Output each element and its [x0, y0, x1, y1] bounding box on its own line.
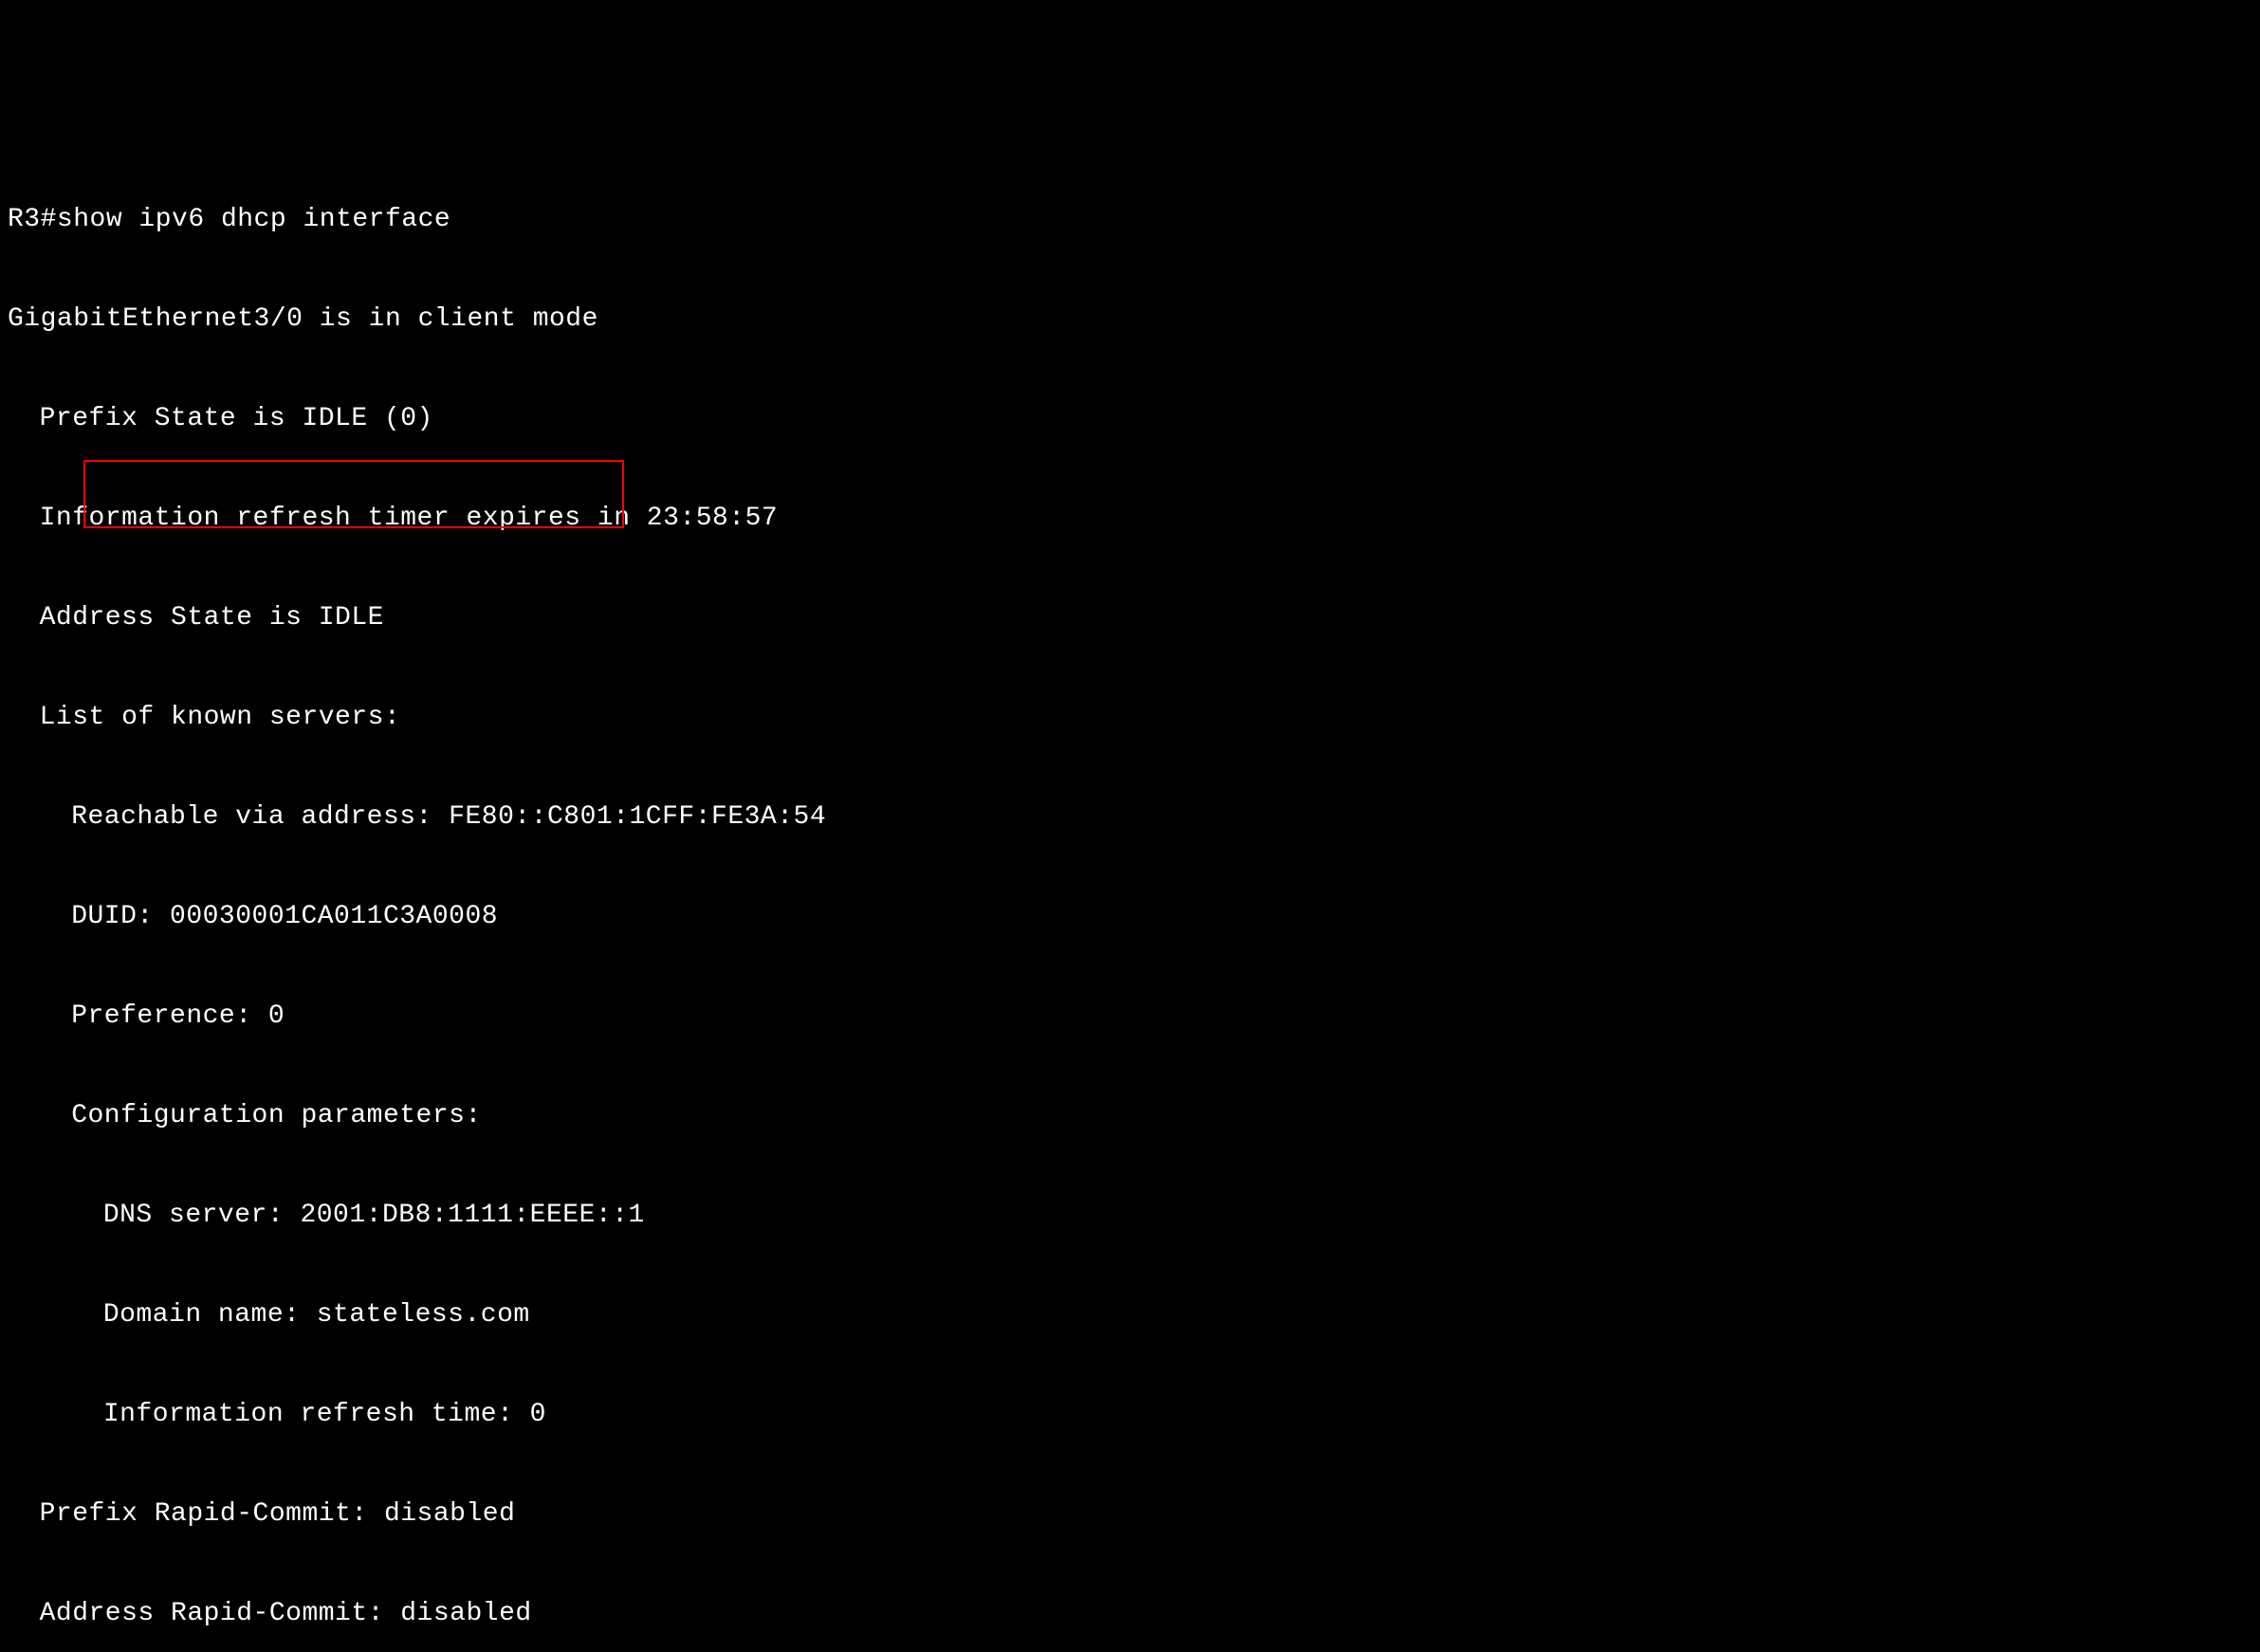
prefix-state-line: Prefix State is IDLE (0)	[8, 402, 2252, 435]
refresh-timer-line: Information refresh timer expires in 23:…	[8, 502, 2252, 535]
domain-name-line: Domain name: stateless.com	[8, 1298, 2252, 1331]
command-line: R3#show ipv6 dhcp interface	[8, 203, 2252, 236]
config-header-line: Configuration parameters:	[8, 1099, 2252, 1132]
address-state-line: Address State is IDLE	[8, 601, 2252, 634]
preference-line: Preference: 0	[8, 1000, 2252, 1033]
info-refresh-line: Information refresh time: 0	[8, 1398, 2252, 1431]
terminal-output: R3#show ipv6 dhcp interface GigabitEther…	[8, 137, 2252, 1652]
command-text: show ipv6 dhcp interface	[57, 205, 450, 234]
servers-header-line: List of known servers:	[8, 701, 2252, 734]
prefix-rapid-line: Prefix Rapid-Commit: disabled	[8, 1497, 2252, 1531]
dns-server-line: DNS server: 2001:DB8:1111:EEEE::1	[8, 1199, 2252, 1232]
address-rapid-line: Address Rapid-Commit: disabled	[8, 1597, 2252, 1630]
prompt: R3#	[8, 205, 57, 234]
reachable-line: Reachable via address: FE80::C801:1CFF:F…	[8, 800, 2252, 834]
interface-mode-line: GigabitEthernet3/0 is in client mode	[8, 303, 2252, 336]
duid-line: DUID: 00030001CA011C3A0008	[8, 900, 2252, 933]
